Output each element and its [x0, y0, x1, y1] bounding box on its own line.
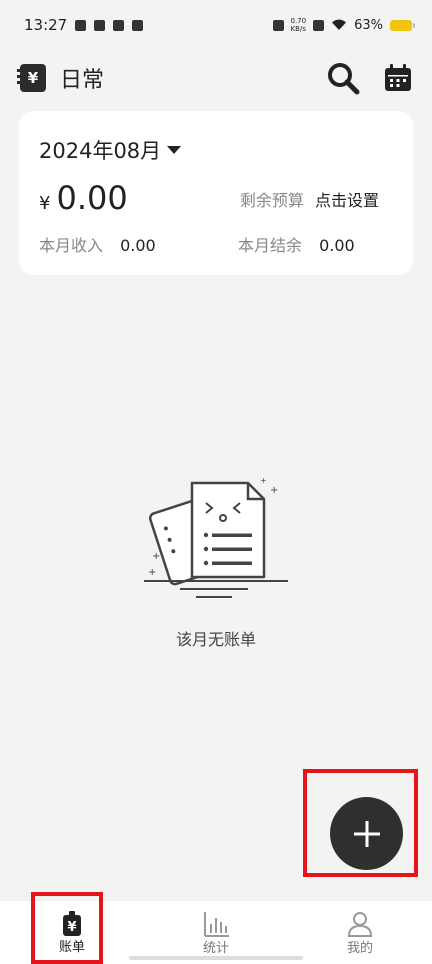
vibrate-icon [272, 19, 284, 31]
expense-value: 0.00 [56, 179, 128, 217]
header-actions [326, 61, 412, 95]
caret-down-icon[interactable] [167, 146, 182, 154]
monthly-expense: ¥ 0.00 [39, 179, 128, 217]
svg-text:+: + [152, 551, 160, 562]
set-budget-link[interactable]: 点击设置 [315, 191, 379, 210]
income-label: 本月收入 [39, 236, 104, 255]
budget-row: 剩余预算 点击设置 [240, 187, 379, 211]
profile-icon [347, 911, 373, 937]
summary-card: 2024年08月 ¥ 0.00 剩余预算 点击设置 本月收入 0.00 本月结余… [19, 111, 413, 275]
chart-icon [204, 911, 229, 937]
svg-text:+: + [260, 476, 267, 485]
link-icon [113, 19, 125, 31]
empty-state: + + + + [0, 475, 432, 609]
tab-stats[interactable]: 统计 [144, 901, 288, 964]
search-icon[interactable] [326, 61, 360, 95]
network-speed: 0.70 KB/s [291, 17, 307, 33]
income-row: 本月收入 0.00 [39, 232, 156, 256]
empty-state-text: 该月无账单 [175, 630, 256, 649]
add-record-button[interactable] [330, 797, 403, 870]
plus-icon [353, 820, 380, 847]
balance-row: 本月结余 0.00 [238, 232, 355, 256]
network-speed-value: 0.70 [290, 17, 307, 25]
crown-icon [94, 19, 106, 31]
wifi-icon [332, 19, 347, 30]
status-bar: 13:27 0.70 KB/s 63% [0, 0, 432, 50]
home-indicator [129, 956, 303, 960]
balance-value: 0.00 [319, 236, 355, 255]
battery-percent: 63% [354, 17, 383, 33]
empty-bills-illustration: + + + + [144, 476, 288, 598]
svg-text:+: + [270, 485, 278, 496]
status-time: 13:27 [24, 16, 68, 34]
budget-label: 剩余预算 [239, 191, 304, 210]
tab-profile-label: 我的 [346, 940, 373, 956]
bills-tab-highlight [31, 892, 103, 964]
tab-stats-label: 统计 [202, 940, 229, 956]
battery-icon [390, 19, 415, 31]
ledger-title[interactable]: 日常 [60, 62, 104, 94]
tab-profile[interactable]: 我的 [288, 901, 432, 964]
network-speed-unit: KB/s [290, 25, 306, 33]
message-icon [132, 19, 144, 31]
ledger-book-glyph: ¥ [27, 69, 39, 87]
income-value: 0.00 [120, 236, 156, 255]
tiktok-icon [75, 19, 87, 31]
status-left: 13:27 [24, 16, 144, 34]
balance-label: 本月结余 [238, 236, 303, 255]
month-label[interactable]: 2024年08月 [39, 135, 161, 165]
month-selector[interactable]: 2024年08月 [39, 135, 182, 165]
calendar-icon[interactable] [384, 64, 412, 92]
status-right: 0.70 KB/s 63% [272, 17, 415, 33]
svg-text:+: + [148, 567, 156, 578]
currency-symbol: ¥ [39, 193, 51, 214]
ledger-book-icon: ¥ [17, 64, 46, 92]
sim-icon [313, 19, 325, 31]
app-header: ¥ 日常 [0, 58, 432, 98]
